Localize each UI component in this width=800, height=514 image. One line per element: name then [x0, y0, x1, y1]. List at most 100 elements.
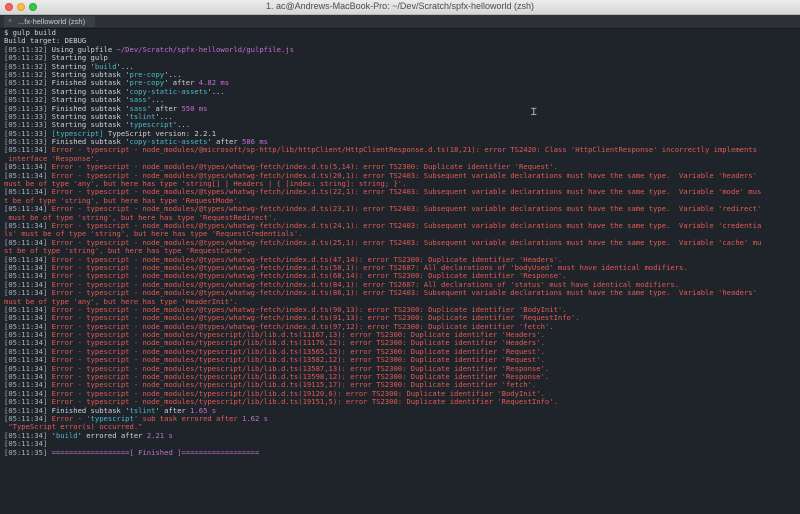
timestamp: [05:11:34]: [4, 163, 52, 172]
terminal-text: ' after: [146, 104, 182, 113]
terminal-text: 2.21 s: [146, 431, 173, 440]
terminal-line: [05:11:32] Starting subtask 'sass'...: [4, 96, 796, 104]
terminal-line: interface 'Response'.: [4, 155, 796, 163]
terminal-text: $ gulp build: [4, 29, 56, 37]
terminal-tab[interactable]: × ...fx-helloworld (zsh): [4, 16, 96, 27]
terminal-text: Error - typescript - node_modules/typesc…: [51, 364, 550, 373]
terminal-text: ' errored after: [77, 431, 147, 440]
timestamp: [05:11:32]: [4, 96, 52, 105]
terminal-line: [05:11:33] [typescript] TypeScript versi…: [4, 130, 796, 138]
terminal-text: '...: [164, 70, 182, 79]
terminal-text: 4.82 ms: [198, 79, 230, 88]
terminal-text: st be of type 'string', but here has typ…: [4, 247, 251, 256]
terminal-text: interface 'Response'.: [4, 154, 100, 163]
terminal-text: '...: [146, 96, 165, 105]
terminal-line: [05:11:32] Finished subtask 'pre-copy' a…: [4, 79, 796, 87]
timestamp: [05:11:34]: [4, 205, 52, 214]
timestamp: [05:11:32]: [4, 45, 52, 54]
terminal-text: ==================[ Finished ]==========…: [51, 448, 260, 457]
terminal-text: sass: [129, 104, 147, 113]
terminal-line: [05:11:32] Starting gulp: [4, 54, 796, 62]
timestamp: [05:11:34]: [4, 406, 52, 415]
terminal-text: must be of type 'any', but here has type…: [4, 180, 407, 189]
timestamp: [05:11:34]: [4, 389, 52, 398]
timestamp: [05:11:34]: [4, 339, 52, 348]
terminal-line: [05:11:33] Starting subtask 'typescript'…: [4, 121, 796, 129]
terminal-line: must be of type 'any', but here has type…: [4, 180, 796, 188]
terminal-text: Error - typescript - node_modules/@types…: [51, 314, 580, 323]
terminal-line: [05:11:34] Error - 'typescript' sub task…: [4, 415, 796, 423]
terminal-window: 1. ac@Andrews-MacBook-Pro: ~/Dev/Scratch…: [0, 0, 800, 514]
terminal-text: must be of type 'any', but here has type…: [4, 297, 238, 306]
terminal-line: [05:11:34] Error - typescript - node_mod…: [4, 222, 796, 230]
terminal-line: [05:11:34] Error - typescript - node_mod…: [4, 314, 796, 322]
terminal-line: [05:11:34] Error - typescript - node_mod…: [4, 356, 796, 364]
tab-bar: × ...fx-helloworld (zsh): [0, 15, 800, 29]
terminal-text: Error - ': [51, 414, 91, 423]
terminal-text: '...: [207, 87, 225, 96]
terminal-line: [05:11:34] Error - typescript - node_mod…: [4, 188, 796, 196]
terminal-line: [05:11:34] Error - typescript - node_mod…: [4, 381, 796, 389]
terminal-text: Starting subtask ': [51, 96, 130, 105]
terminal-text: Starting subtask ': [51, 87, 130, 96]
terminal-text: Error - typescript - node_modules/@types…: [51, 238, 762, 247]
timestamp: [05:11:32]: [4, 70, 52, 79]
timestamp: [05:11:33]: [4, 138, 52, 147]
terminal-text: Error - typescript - node_modules/@types…: [51, 188, 762, 197]
timestamp: [05:11:34]: [4, 398, 52, 407]
terminal-text: ' after: [207, 138, 243, 147]
timestamp: [05:11:34]: [4, 221, 52, 230]
terminal-text: pre-copy: [129, 79, 165, 88]
terminal-line: [05:11:34] Error - typescript - node_mod…: [4, 272, 796, 280]
timestamp: [05:11:34]: [4, 255, 52, 264]
terminal-text: build: [55, 431, 78, 440]
terminal-text: Build target: DEBUG: [4, 37, 87, 46]
ibeam-cursor-icon: Ɪ: [531, 107, 537, 118]
terminal-output[interactable]: $ gulp build Build target: DEBUG [05:11:32…: [4, 29, 796, 514]
terminal-text: must be of type 'string', but here has t…: [4, 213, 277, 222]
timestamp: [05:11:34]: [4, 171, 52, 180]
terminal-text: Starting gulp: [51, 54, 108, 63]
terminal-text: '...: [155, 112, 173, 121]
terminal-text: Finished subtask ': [51, 138, 130, 147]
timestamp: [05:11:32]: [4, 54, 52, 63]
terminal-line: [05:11:34] Error - typescript - node_mod…: [4, 348, 796, 356]
timestamp: [05:11:35]: [4, 448, 52, 457]
terminal-text: '...: [116, 62, 134, 71]
title-bar[interactable]: 1. ac@Andrews-MacBook-Pro: ~/Dev/Scratch…: [0, 0, 800, 15]
timestamp: [05:11:34]: [4, 289, 52, 298]
terminal-text: Error - typescript - node_modules/typesc…: [51, 373, 550, 382]
timestamp: [05:11:34]: [4, 314, 52, 323]
terminal-line: [05:11:33] Finished subtask 'copy-static…: [4, 138, 796, 146]
terminal-text: Error - typescript - node_modules/typesc…: [51, 356, 545, 365]
timestamp: [05:11:34]: [4, 188, 52, 197]
timestamp: [05:11:32]: [4, 79, 52, 88]
timestamp: [05:11:34]: [4, 414, 52, 423]
terminal-text: 550 ms: [181, 104, 208, 113]
terminal-text: Error - typescript - node_modules/@types…: [51, 171, 757, 180]
terminal-text: copy-static-assets: [129, 87, 208, 96]
terminal-text: Error - typescript - node_modules/typesc…: [51, 381, 537, 390]
terminal-text: Error - typescript - node_modules/@micro…: [51, 146, 757, 155]
terminal-line: [05:11:34] Error - typescript - node_mod…: [4, 163, 796, 171]
tab-close-icon[interactable]: ×: [8, 16, 12, 27]
timestamp: [05:11:33]: [4, 121, 52, 130]
tab-label: ...fx-helloworld (zsh): [18, 17, 86, 26]
terminal-text: Error - typescript - node_modules/typesc…: [51, 347, 545, 356]
terminal-line: t be of type 'string', but here has type…: [4, 197, 796, 205]
timestamp: [05:11:34]: [4, 272, 52, 281]
terminal-text: Error - typescript - node_modules/typesc…: [51, 389, 545, 398]
terminal-text: Starting subtask ': [51, 112, 130, 121]
terminal-text: Error - typescript - node_modules/@types…: [51, 322, 554, 331]
terminal-line: [05:11:34] Error - typescript - node_mod…: [4, 289, 796, 297]
timestamp: [05:11:34]: [4, 364, 52, 373]
timestamp: [05:11:33]: [4, 129, 52, 138]
timestamp: [05:11:34]: [4, 440, 52, 449]
terminal-text: TypeScript version: 2.2.1: [103, 129, 217, 138]
terminal-line: [05:11:32] Starting subtask 'pre-copy'..…: [4, 71, 796, 79]
terminal-text: tslint: [129, 112, 156, 121]
terminal-text: Finished subtask ': [51, 79, 130, 88]
terminal-text: 586 ms: [242, 138, 268, 147]
terminal-text: ' after: [164, 79, 199, 88]
terminal-line: $ gulp build: [4, 29, 796, 37]
